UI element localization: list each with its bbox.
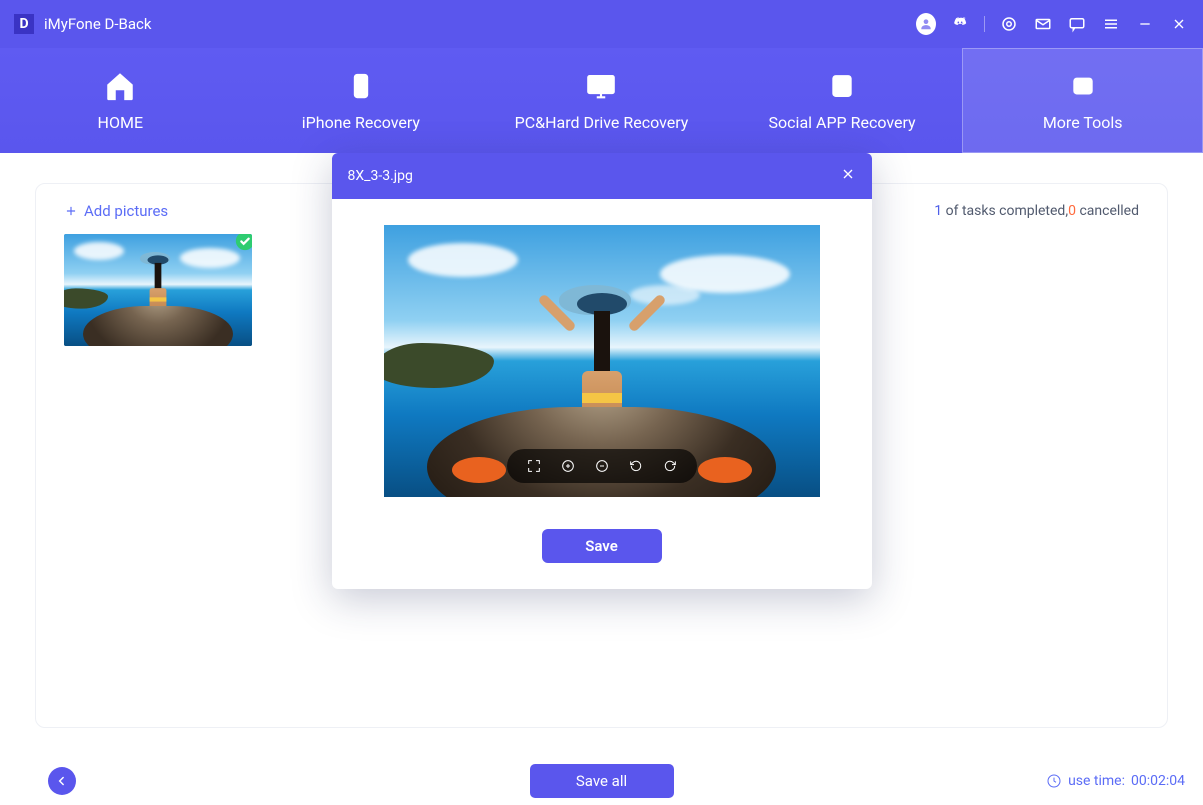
use-time-label: use time: (1068, 773, 1125, 789)
title-bar: D iMyFone D-Back (0, 0, 1203, 48)
save-all-button[interactable]: Save all (530, 764, 674, 798)
nav-label: iPhone Recovery (302, 113, 420, 132)
use-time-value: 00:02:04 (1131, 773, 1185, 789)
nav-label: Social APP Recovery (769, 113, 916, 132)
minimize-icon[interactable] (1135, 14, 1155, 34)
fullscreen-icon[interactable] (525, 457, 543, 475)
titlebar-divider (984, 16, 985, 32)
clock-icon (1046, 773, 1062, 789)
image-preview (384, 225, 820, 497)
image-toolbar (507, 449, 697, 483)
footer-bar: Save all use time: 00:02:04 (0, 755, 1203, 805)
discord-icon[interactable] (950, 14, 970, 34)
feedback-icon[interactable] (1067, 14, 1087, 34)
zoom-in-icon[interactable] (559, 457, 577, 475)
mail-icon[interactable] (1033, 14, 1053, 34)
nav-label: More Tools (1043, 113, 1123, 132)
add-pictures-label: Add pictures (84, 202, 168, 220)
target-icon[interactable] (999, 14, 1019, 34)
account-icon[interactable] (916, 14, 936, 34)
nav-label: PC&Hard Drive Recovery (515, 113, 689, 132)
tasks-cancelled-count: 0 (1068, 203, 1076, 219)
nav-social-recovery[interactable]: Social APP Recovery (722, 48, 963, 153)
preview-modal: 8X_3-3.jpg (332, 153, 872, 589)
zoom-out-icon[interactable] (593, 457, 611, 475)
nav-more-tools[interactable]: More Tools (962, 48, 1203, 153)
rotate-right-icon[interactable] (661, 457, 679, 475)
rotate-left-icon[interactable] (627, 457, 645, 475)
back-button[interactable] (48, 767, 76, 795)
menu-icon[interactable] (1101, 14, 1121, 34)
tasks-status: 1 of tasks completed,0 cancelled (934, 203, 1139, 219)
main-nav: HOME iPhone Recovery PC&Hard Drive Recov… (0, 48, 1203, 153)
app-logo-icon: D (14, 14, 34, 34)
modal-close-button[interactable] (840, 166, 856, 186)
modal-header: 8X_3-3.jpg (332, 153, 872, 199)
tasks-completed-count: 1 (934, 203, 942, 219)
modal-filename: 8X_3-3.jpg (348, 168, 413, 184)
picture-thumbnail[interactable] (64, 234, 252, 346)
nav-label: HOME (98, 113, 143, 132)
add-pictures-button[interactable]: Add pictures (64, 202, 168, 220)
nav-pc-recovery[interactable]: PC&Hard Drive Recovery (481, 48, 722, 153)
app-title: iMyFone D-Back (44, 15, 151, 33)
save-button[interactable]: Save (542, 529, 662, 563)
content-area: Add pictures 1 of tasks completed,0 canc… (0, 153, 1203, 755)
use-time: use time: 00:02:04 (1046, 773, 1185, 789)
close-icon[interactable] (1169, 14, 1189, 34)
nav-iphone-recovery[interactable]: iPhone Recovery (241, 48, 482, 153)
nav-home[interactable]: HOME (0, 48, 241, 153)
checkmark-icon (234, 234, 252, 256)
